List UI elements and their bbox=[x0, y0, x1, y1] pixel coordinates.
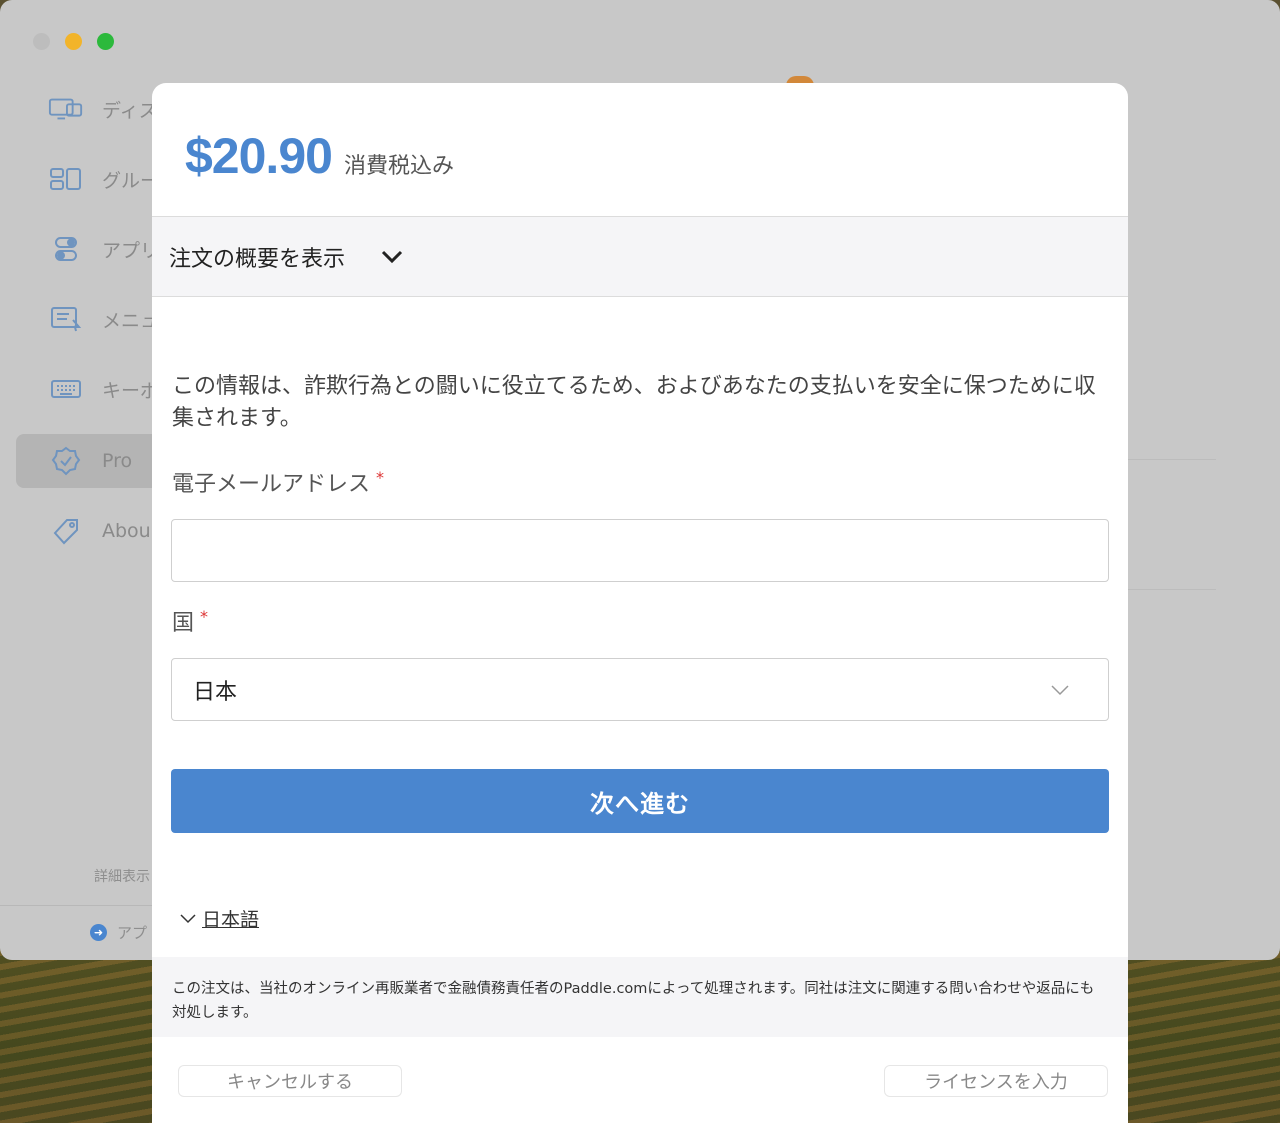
country-label: 国 * bbox=[172, 605, 208, 637]
paddle-notice: この注文は、当社のオンライン再販業者で金融債務責任者のPaddle.comによっ… bbox=[152, 957, 1128, 1037]
language-link[interactable]: 日本語 bbox=[202, 905, 259, 932]
enter-license-button[interactable]: ライセンスを入力 bbox=[884, 1065, 1108, 1097]
chevron-down-icon bbox=[180, 909, 196, 928]
order-summary-toggle[interactable]: 注文の概要を表示 bbox=[152, 216, 1128, 297]
sidebar-item-label: メニュ bbox=[102, 309, 160, 332]
email-label: 電子メールアドレス * bbox=[172, 466, 384, 498]
panel-divider bbox=[1128, 589, 1216, 590]
update-label: アプ bbox=[117, 924, 148, 942]
language-selector[interactable]: 日本語 bbox=[180, 905, 259, 932]
country-label-text: 国 bbox=[172, 611, 195, 636]
advanced-view-label[interactable]: 詳細表示 bbox=[94, 866, 150, 886]
keyboard-icon bbox=[48, 374, 84, 404]
email-label-text: 電子メールアドレス bbox=[172, 472, 371, 497]
cancel-button[interactable]: キャンセルする bbox=[178, 1065, 402, 1097]
arrow-right-icon: ➜ bbox=[90, 924, 107, 941]
country-value: 日本 bbox=[193, 679, 238, 705]
window-minimize-button[interactable] bbox=[65, 33, 82, 50]
chevron-down-icon bbox=[1050, 681, 1070, 700]
group-icon bbox=[48, 164, 84, 194]
window-close-button[interactable] bbox=[33, 33, 50, 50]
display-icon bbox=[48, 94, 84, 124]
email-field[interactable] bbox=[171, 519, 1109, 582]
toggle-icon bbox=[48, 234, 84, 264]
tag-icon bbox=[48, 516, 84, 546]
info-text: この情報は、詐欺行為との闘いに役立てるため、およびあなたの支払いを安全に保つため… bbox=[172, 374, 1096, 431]
panel-divider bbox=[1128, 459, 1216, 460]
sidebar-item-label: アプリ bbox=[102, 239, 160, 262]
menu-icon bbox=[48, 304, 84, 334]
checkout-modal: $20.90 消費税込み 注文の概要を表示 この情報は、詐欺行為との闘いに役立て… bbox=[152, 83, 1128, 1123]
price-row: $20.90 消費税込み bbox=[185, 127, 454, 185]
tax-note: 消費税込み bbox=[343, 154, 454, 179]
required-mark: * bbox=[376, 467, 385, 487]
sidebar-item-label: グルー bbox=[102, 169, 160, 192]
price-amount: $20.90 bbox=[185, 128, 333, 184]
badge-check-icon bbox=[48, 446, 84, 476]
sidebar-item-label: Pro bbox=[102, 450, 133, 472]
chevron-down-icon bbox=[381, 250, 403, 264]
sidebar-item-label: ディス bbox=[102, 99, 158, 122]
sidebar-item-label: キーボ bbox=[102, 379, 160, 402]
order-summary-label: 注文の概要を表示 bbox=[169, 246, 346, 272]
update-row[interactable]: ➜ アプ bbox=[90, 922, 147, 943]
required-mark: * bbox=[200, 606, 209, 626]
sidebar-item-label: Abou bbox=[102, 520, 151, 542]
next-button[interactable]: 次へ進む bbox=[171, 769, 1109, 833]
window-maximize-button[interactable] bbox=[97, 33, 114, 50]
country-select[interactable]: 日本 bbox=[171, 658, 1109, 721]
